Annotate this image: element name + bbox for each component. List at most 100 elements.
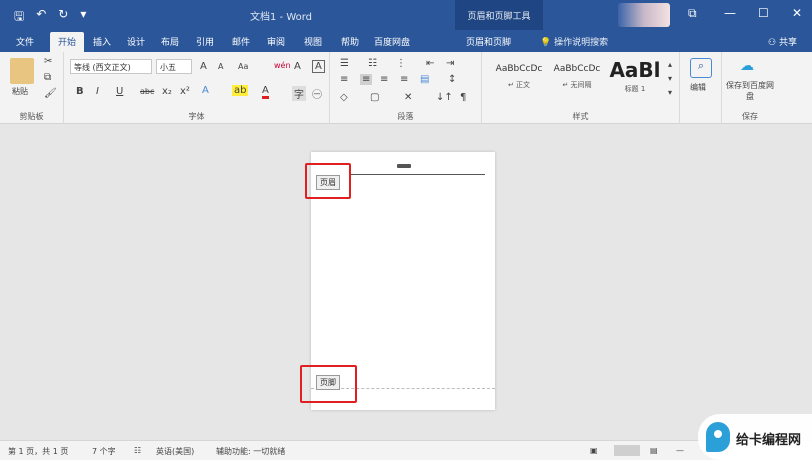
accessibility-status[interactable]: 辅助功能: 一切就绪 <box>216 446 285 457</box>
styles-scroll-down-icon[interactable]: ▾ <box>668 74 672 83</box>
tab-references[interactable]: 引用 <box>196 35 214 48</box>
shrink-font-button[interactable]: A <box>218 62 223 71</box>
baidu-cloud-icon[interactable]: ☁ <box>740 58 754 74</box>
line-spacing-icon[interactable]: ↕ <box>448 74 456 85</box>
read-mode-icon[interactable] <box>614 445 640 456</box>
font-size-select[interactable]: 小五 <box>156 59 192 74</box>
enclose-characters-button[interactable]: ㊀ <box>312 86 322 101</box>
format-painter-icon[interactable]: 🖌 <box>44 88 57 99</box>
font-color-button[interactable]: A <box>262 85 269 99</box>
footer-tag[interactable]: 页脚 <box>316 375 340 390</box>
justify-icon[interactable]: ≡ <box>400 74 408 85</box>
paragraph-group-label: 段落 <box>397 112 414 121</box>
distributed-icon[interactable]: ▤ <box>420 74 429 85</box>
phonetic-guide-button[interactable]: wén <box>274 61 291 70</box>
document-title: 文档1 - Word <box>250 12 313 23</box>
editing-button[interactable]: 编辑 <box>690 82 706 93</box>
tab-baidu-netdisk[interactable]: 百度网盘 <box>374 35 410 48</box>
tab-header-footer[interactable]: 页眉和页脚 <box>466 35 511 48</box>
maximize-button[interactable]: ☐ <box>758 6 769 20</box>
tell-me-search[interactable]: 💡 操作说明搜索 <box>540 35 608 48</box>
style-no-spacing-name: ↵ 无间隔 <box>562 81 592 89</box>
borders-icon[interactable]: ▢ <box>370 92 379 103</box>
tab-layout[interactable]: 布局 <box>161 35 179 48</box>
style-heading1-name: 标题 1 <box>624 85 646 93</box>
text-effects-button[interactable]: A <box>202 85 209 96</box>
cut-icon[interactable]: ✂ <box>44 56 52 67</box>
align-center-icon[interactable]: ≡ <box>360 74 373 85</box>
ribbon-display-icon[interactable]: ⧉ <box>688 6 697 21</box>
clear-format-button[interactable]: A <box>294 61 301 72</box>
redo-icon[interactable]: ↻ <box>58 7 68 28</box>
style-heading1-sample: AaBl <box>609 58 661 82</box>
clipboard-group-label: 剪贴板 <box>19 112 44 121</box>
sort-icon[interactable]: ↓↑ <box>436 92 453 103</box>
save-group: ☁ 保存到百度网盘 保存 <box>722 52 812 124</box>
paste-icon[interactable] <box>10 58 34 84</box>
paragraph-group: ☰ ☷ ⋮ ⇤ ⇥ ≡ ≡ ≡ ≡ ▤ ↕ ◇ ▢ ✕ ↓↑ ¶ 段落 <box>330 52 482 124</box>
decrease-indent-icon[interactable]: ⇤ <box>426 58 434 69</box>
bold-button[interactable]: B <box>76 86 84 97</box>
styles-more-icon[interactable]: ▾ <box>668 88 672 97</box>
align-right-icon[interactable]: ≡ <box>380 74 388 85</box>
italic-button[interactable]: I <box>96 86 99 97</box>
bullets-icon[interactable]: ☰ <box>340 58 349 69</box>
save-icon[interactable]: 🖫 <box>14 7 24 28</box>
tab-review[interactable]: 审阅 <box>267 35 285 48</box>
style-heading1[interactable]: AaBl 标题 1 <box>606 58 664 100</box>
style-normal[interactable]: AaBbCcDc ↵ 正文 <box>490 58 548 100</box>
proofing-icon[interactable]: ☷ <box>134 446 141 455</box>
styles-group-label: 样式 <box>572 112 589 121</box>
superscript-button[interactable]: x² <box>180 86 190 97</box>
tab-home[interactable]: 开始 <box>50 32 85 52</box>
tab-mailings[interactable]: 邮件 <box>232 35 250 48</box>
tab-file[interactable]: 文件 <box>16 35 34 48</box>
save-to-baidu-button[interactable]: 保存到百度网盘 <box>726 80 774 102</box>
tab-insert[interactable]: 插入 <box>93 35 111 48</box>
share-button[interactable]: ⚇ 共享 <box>768 35 797 48</box>
focus-mode-icon[interactable]: ▣ <box>590 446 598 455</box>
grow-font-button[interactable]: A <box>200 61 207 72</box>
print-layout-icon[interactable]: ▤ <box>650 446 658 455</box>
underline-button[interactable]: U <box>116 86 123 97</box>
close-button[interactable]: ✕ <box>792 6 802 20</box>
watermark-logo-icon <box>706 422 730 452</box>
chinese-layout-icon[interactable]: ✕ <box>404 92 412 103</box>
page-count[interactable]: 第 1 页，共 1 页 <box>8 446 68 457</box>
character-border-button[interactable]: A <box>312 60 325 73</box>
header-tag[interactable]: 页眉 <box>316 175 340 190</box>
quick-access-toolbar: 🖫 ↶ ↻ ▾ <box>14 7 86 28</box>
change-case-button[interactable]: Aa <box>238 62 248 71</box>
ribbon: 粘贴 ✂ ⧉ 🖌 剪贴板 等线 (西文正文) 小五 A A Aa wén A A… <box>0 52 812 124</box>
align-left-icon[interactable]: ≡ <box>340 74 348 85</box>
show-marks-icon[interactable]: ¶ <box>460 92 466 103</box>
font-name-select[interactable]: 等线 (西文正文) <box>70 59 152 74</box>
numbering-icon[interactable]: ☷ <box>368 58 377 69</box>
context-tool-title: 页眉和页脚工具 <box>455 0 543 30</box>
highlight-button[interactable]: ab <box>232 85 249 96</box>
avatar[interactable] <box>618 3 670 27</box>
find-icon[interactable]: ⌕ <box>690 58 712 78</box>
language-indicator[interactable]: 英语(美国) <box>156 446 194 457</box>
tab-view[interactable]: 视图 <box>304 35 322 48</box>
shading-icon[interactable]: ◇ <box>340 92 348 103</box>
copy-icon[interactable]: ⧉ <box>44 72 51 83</box>
strikethrough-button[interactable]: abc <box>140 87 154 96</box>
tab-help[interactable]: 帮助 <box>341 35 359 48</box>
style-normal-name: ↵ 正文 <box>507 81 531 89</box>
minimize-button[interactable]: — <box>724 6 736 20</box>
increase-indent-icon[interactable]: ⇥ <box>446 58 454 69</box>
undo-icon[interactable]: ↶ <box>36 7 46 28</box>
word-count[interactable]: 7 个字 <box>92 446 116 457</box>
paste-button[interactable]: 粘贴 <box>12 86 28 97</box>
clipboard-group: 粘贴 ✂ ⧉ 🖌 剪贴板 <box>0 52 64 124</box>
zoom-out-icon[interactable]: — <box>676 446 684 455</box>
tab-design[interactable]: 设计 <box>127 35 145 48</box>
style-no-spacing[interactable]: AaBbCcDc ↵ 无间隔 <box>548 58 606 100</box>
customize-qat-icon[interactable]: ▾ <box>80 7 86 28</box>
share-label: 共享 <box>778 38 797 48</box>
multilevel-list-icon[interactable]: ⋮ <box>396 58 406 69</box>
character-shading-button[interactable]: 字 <box>292 86 306 101</box>
subscript-button[interactable]: x₂ <box>162 86 172 97</box>
styles-scroll-up-icon[interactable]: ▴ <box>668 60 672 69</box>
